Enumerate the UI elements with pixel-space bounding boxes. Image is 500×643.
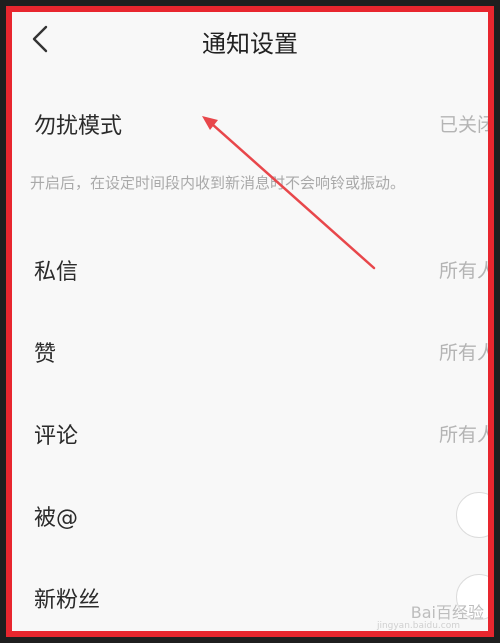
setting-label: 私信	[34, 260, 79, 285]
setting-value: 所有人	[438, 424, 494, 446]
setting-label: 评论	[34, 424, 79, 449]
watermark-logo: Bai百经验	[410, 603, 484, 622]
dnd-label: 勿扰模式	[34, 114, 123, 139]
setting-value: 所有人	[438, 260, 494, 282]
setting-label: 新粉丝	[34, 588, 101, 613]
setting-value: 所有人	[438, 342, 494, 364]
setting-row-comments[interactable]: 评论 所有人	[12, 404, 488, 464]
nav-bar: 通知设置	[12, 12, 488, 68]
setting-label: 赞	[34, 342, 57, 367]
setting-row-likes[interactable]: 赞 所有人	[12, 322, 488, 382]
dnd-hint: 开启后，在设定时间段内收到新消息时不会响铃或振动。	[30, 174, 406, 192]
dnd-row[interactable]: 勿扰模式 已关闭	[12, 94, 488, 154]
setting-row-private-message[interactable]: 私信 所有人	[12, 240, 488, 300]
mentions-toggle[interactable]	[456, 492, 488, 538]
setting-label: 被@	[34, 506, 79, 531]
page-title: 通知设置	[202, 30, 298, 58]
watermark-url: jingyan.baidu.com	[376, 621, 460, 631]
setting-row-mentions: 被@	[12, 486, 488, 546]
dnd-status: 已关闭	[438, 114, 494, 136]
screen-frame: 通知设置 勿扰模式 已关闭 开启后，在设定时间段内收到新消息时不会响铃或振动。 …	[6, 6, 494, 637]
